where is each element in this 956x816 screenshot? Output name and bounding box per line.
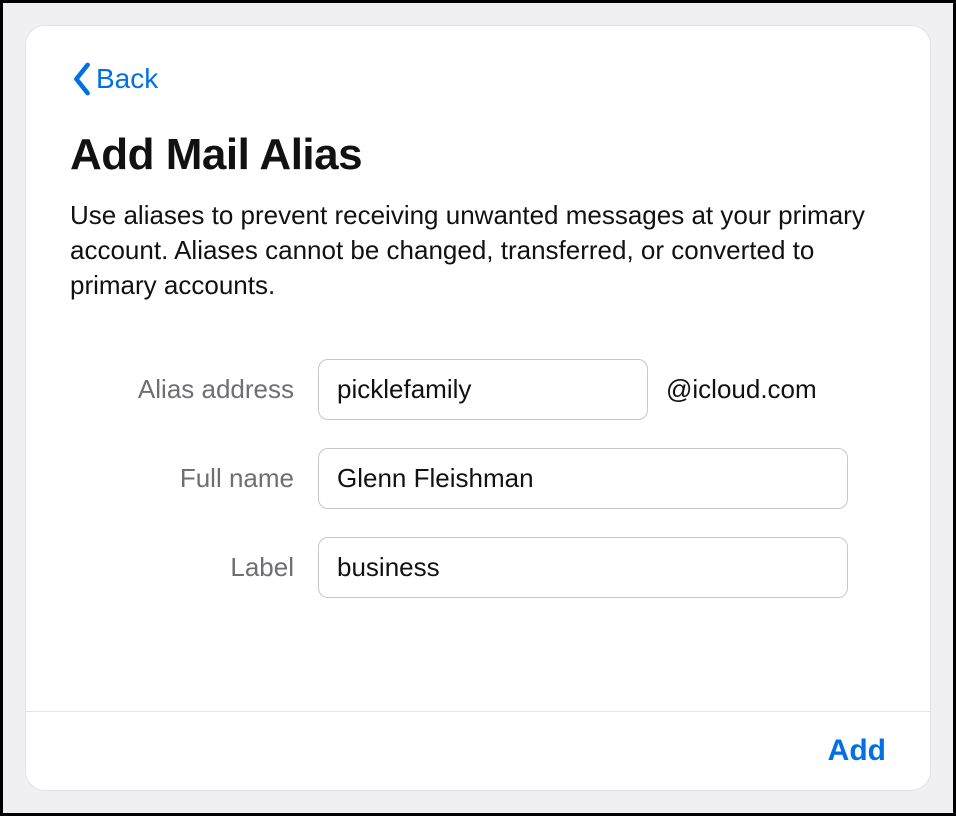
form-row-label: Label: [70, 537, 886, 598]
fullname-label: Full name: [70, 463, 318, 494]
alias-input-wrap: @icloud.com: [318, 359, 886, 420]
back-button[interactable]: Back: [70, 62, 158, 96]
alias-domain-suffix: @icloud.com: [666, 374, 817, 405]
label-input[interactable]: [318, 537, 848, 598]
fullname-input-wrap: [318, 448, 886, 509]
label-input-wrap: [318, 537, 886, 598]
page-description: Use aliases to prevent receiving unwante…: [70, 198, 886, 303]
alias-label: Alias address: [70, 374, 318, 405]
label-field-label: Label: [70, 552, 318, 583]
dialog-card: Back Add Mail Alias Use aliases to preve…: [25, 25, 931, 791]
form-row-fullname: Full name: [70, 448, 886, 509]
dialog-footer: Add: [26, 711, 930, 790]
fullname-input[interactable]: [318, 448, 848, 509]
alias-input[interactable]: [318, 359, 648, 420]
page-title: Add Mail Alias: [70, 130, 886, 180]
form-row-alias: Alias address @icloud.com: [70, 359, 886, 420]
chevron-left-icon: [70, 62, 94, 96]
back-label: Back: [96, 63, 158, 95]
add-button[interactable]: Add: [820, 728, 894, 774]
dialog-content: Back Add Mail Alias Use aliases to preve…: [26, 26, 930, 711]
